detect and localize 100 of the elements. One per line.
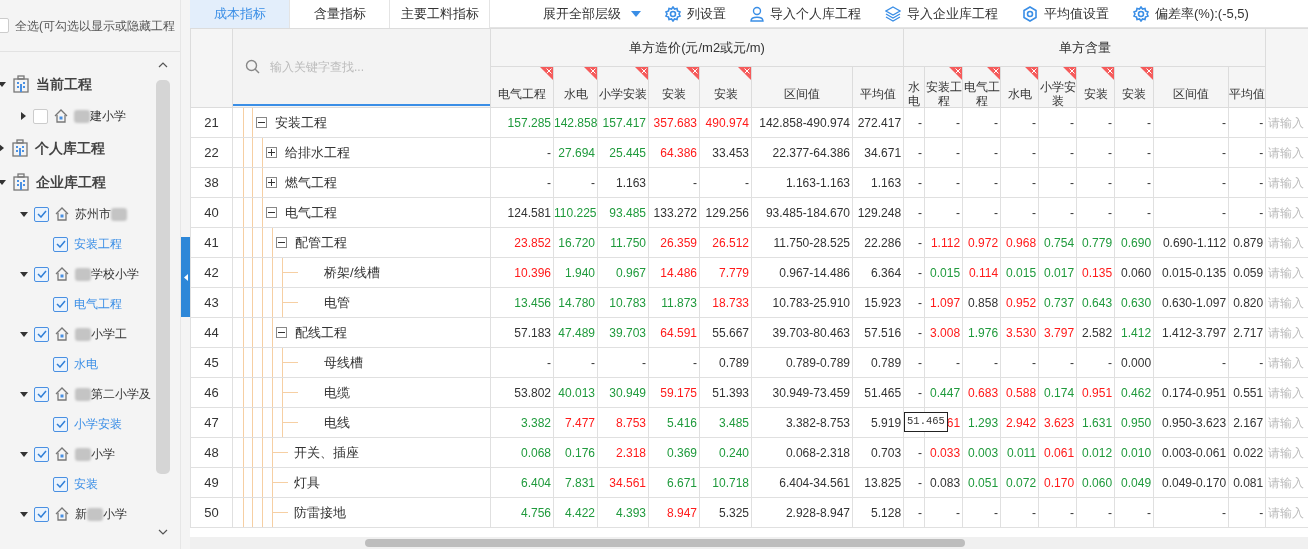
expand-toggle[interactable] [276, 237, 287, 248]
caret-down-icon[interactable] [20, 270, 28, 278]
table-cell: 25.445 [597, 137, 649, 168]
input-field[interactable]: 请输入 [1266, 228, 1308, 257]
checkbox[interactable] [34, 506, 49, 522]
table-cell: 0.072 [1000, 467, 1039, 498]
caret-right-icon[interactable] [0, 144, 5, 152]
tab[interactable]: 含量指标 [290, 0, 390, 28]
project-name[interactable]: 苏州市 [75, 205, 111, 223]
caret-right-icon[interactable] [20, 112, 27, 120]
table-cell: - [648, 347, 700, 378]
toolbar-button[interactable]: 列设置 [665, 3, 726, 24]
input-field[interactable]: 请输入 [1266, 198, 1308, 227]
table-cell: 93.485 [597, 197, 649, 228]
row-name[interactable]: 桥架/线槽 [324, 265, 380, 280]
project-name[interactable]: 小学 [91, 445, 115, 463]
input-field[interactable]: 请输入 [1266, 258, 1308, 287]
group-title[interactable]: 企业库工程 [36, 171, 106, 193]
input-field[interactable]: 请输入 [1266, 168, 1308, 197]
row-name[interactable]: 开关、插座 [294, 445, 359, 460]
horizontal-scrollbar[interactable] [190, 537, 1308, 549]
checkbox[interactable] [33, 108, 48, 124]
tab[interactable]: 主要工料指标 [390, 0, 490, 28]
project-name[interactable]: 学校小学 [91, 265, 139, 283]
chevron-down-icon[interactable] [158, 529, 168, 535]
caret-down-icon[interactable] [20, 330, 28, 338]
toolbar-button[interactable]: 平均值设置 [1022, 3, 1109, 24]
caret-down-icon[interactable] [20, 210, 28, 218]
input-field[interactable]: 请输入 [1266, 348, 1308, 377]
house-icon [55, 207, 69, 221]
group-title[interactable]: 个人库工程 [35, 137, 105, 159]
expand-toggle[interactable] [276, 327, 287, 338]
project-name[interactable]: 建小学 [90, 107, 126, 125]
table-cell: - [1153, 137, 1229, 168]
row-name[interactable]: 电线 [324, 415, 350, 430]
toolbar-button[interactable]: 导入企业库工程 [885, 3, 998, 24]
input-field[interactable]: 请输入 [1266, 378, 1308, 407]
input-field[interactable]: 请输入 [1266, 438, 1308, 467]
input-field[interactable]: 请输入 [1266, 138, 1308, 167]
toolbar-button[interactable]: 展开全部层级 [543, 3, 641, 24]
caret-down-icon[interactable] [0, 80, 6, 88]
expand-toggle[interactable] [266, 177, 277, 188]
row-name[interactable]: 给排水工程 [285, 145, 350, 160]
table-cell: 157.417 [597, 107, 649, 138]
checkbox[interactable] [53, 296, 68, 312]
row-name[interactable]: 配管工程 [295, 235, 347, 250]
caret-down-icon[interactable] [20, 510, 28, 518]
table-cell: 3.382 [490, 407, 554, 438]
caret-down-icon[interactable] [0, 178, 6, 186]
checkbox[interactable] [53, 476, 68, 492]
row-name[interactable]: 电管 [324, 295, 350, 310]
project-name[interactable]: 新 [75, 505, 87, 523]
checkbox[interactable] [53, 416, 68, 432]
expand-toggle[interactable] [266, 147, 277, 158]
hexagon-icon [1022, 5, 1038, 22]
project-name[interactable]: 小学工 [91, 325, 127, 343]
table-cell: 0.022 [1228, 437, 1266, 468]
row-name[interactable]: 防雷接地 [294, 505, 346, 520]
scrollbar-thumb[interactable] [156, 80, 170, 474]
table-cell: - [962, 497, 1001, 528]
caret-down-icon [631, 10, 641, 17]
table-cell: 59.175 [648, 377, 700, 408]
checkbox[interactable] [34, 326, 49, 342]
row-name[interactable]: 燃气工程 [285, 175, 337, 190]
chevron-up-icon[interactable] [158, 62, 168, 68]
row-name[interactable]: 母线槽 [324, 355, 363, 370]
row-name[interactable]: 配线工程 [295, 325, 347, 340]
scrollbar-thumb[interactable] [365, 539, 965, 547]
input-field[interactable]: 请输入 [1266, 468, 1308, 497]
building-icon [11, 139, 29, 157]
checkbox[interactable] [34, 206, 49, 222]
expand-toggle[interactable] [266, 207, 277, 218]
row-name[interactable]: 电缆 [324, 385, 350, 400]
caret-down-icon[interactable] [20, 450, 28, 458]
input-field[interactable]: 请输入 [1266, 498, 1308, 527]
row-name[interactable]: 电气工程 [285, 205, 337, 220]
checkbox[interactable] [34, 266, 49, 282]
expand-toggle[interactable] [256, 117, 267, 128]
checkbox[interactable] [53, 356, 68, 372]
table-cell: 22.377-64.386 [751, 137, 853, 168]
project-name[interactable]: 小学 [103, 505, 127, 523]
caret-down-icon[interactable] [20, 390, 28, 398]
input-field[interactable]: 请输入 [1266, 318, 1308, 347]
checkbox[interactable] [34, 446, 49, 462]
table-cell: 10.783 [597, 287, 649, 318]
project-name[interactable]: 第二小学及 [91, 385, 151, 403]
table-cell: 0.630-1.097 [1153, 287, 1229, 318]
row-name[interactable]: 灯具 [294, 475, 320, 490]
toolbar-button[interactable]: 偏差率(%):(-5,5) [1133, 3, 1249, 24]
checkbox[interactable] [53, 236, 68, 252]
collapse-handle[interactable] [181, 237, 190, 317]
input-field[interactable]: 请输入 [1266, 408, 1308, 437]
group-title[interactable]: 当前工程 [36, 73, 92, 95]
toolbar-button[interactable]: 导入个人库工程 [750, 3, 861, 24]
row-name[interactable]: 安装工程 [275, 115, 327, 130]
input-field[interactable]: 请输入 [1266, 108, 1308, 137]
table-cell: 0.737 [1038, 287, 1077, 318]
input-field[interactable]: 请输入 [1266, 288, 1308, 317]
table-cell: 0.754 [1038, 227, 1077, 258]
checkbox[interactable] [34, 386, 49, 402]
